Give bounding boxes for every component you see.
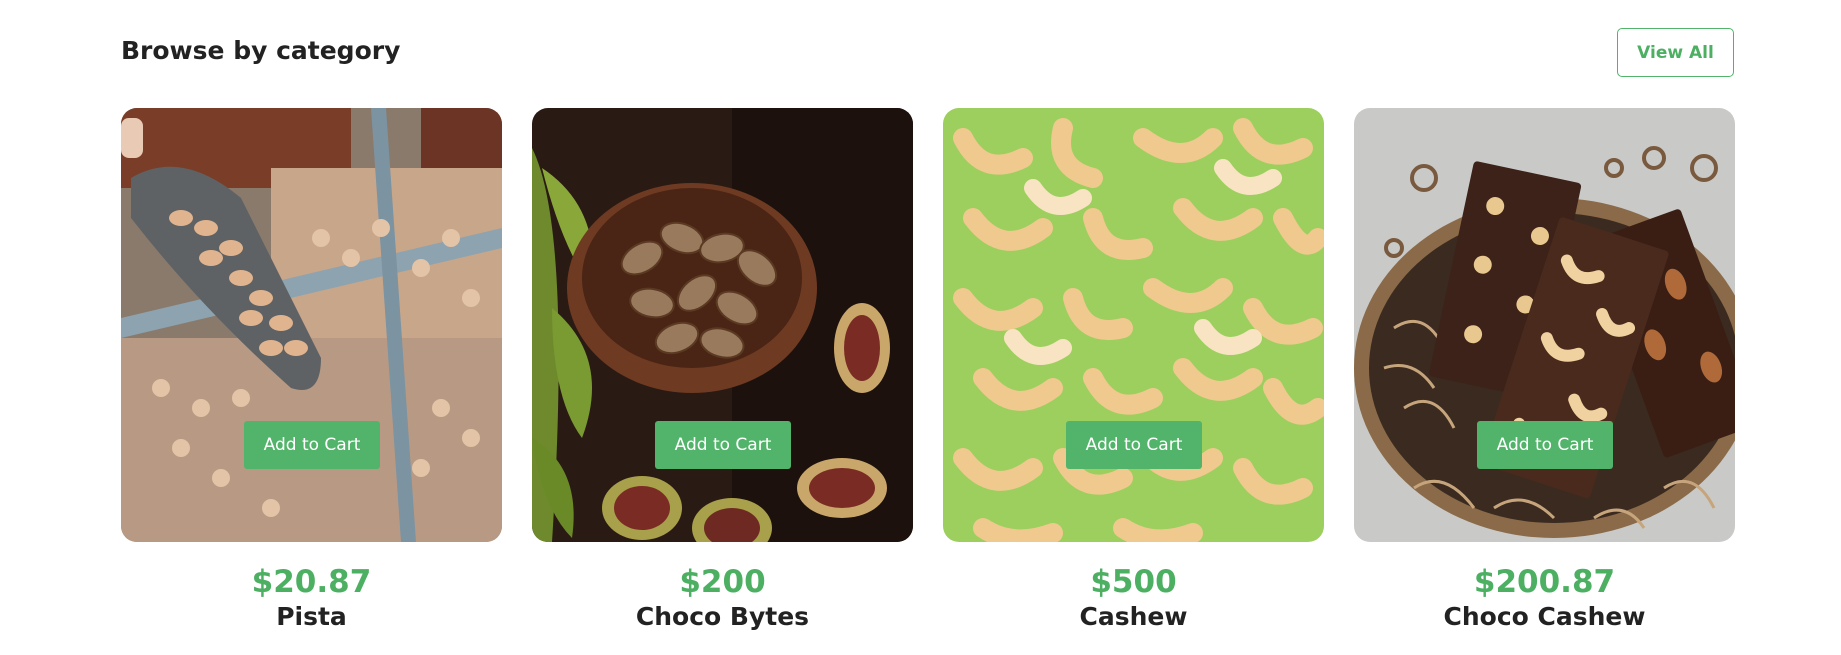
product-name[interactable]: Cashew — [943, 602, 1324, 631]
product-card-pista[interactable]: Add to Cart $20.87 Pista — [121, 108, 502, 633]
product-name[interactable]: Choco Bytes — [532, 602, 913, 631]
product-card-choco-cashew[interactable]: Add to Cart $200.87 Choco Cashew — [1354, 108, 1735, 633]
add-to-cart-button[interactable]: Add to Cart — [1477, 421, 1613, 469]
product-card-choco-bytes[interactable]: Add to Cart $200 Choco Bytes — [532, 108, 913, 633]
add-to-cart-button[interactable]: Add to Cart — [655, 421, 791, 469]
add-to-cart-button[interactable]: Add to Cart — [1066, 421, 1202, 469]
product-price: $200 — [679, 564, 766, 600]
product-price: $500 — [1090, 564, 1177, 600]
product-name[interactable]: Choco Cashew — [1354, 602, 1735, 631]
product-price: $20.87 — [251, 564, 372, 600]
chocolate-bars-basket-image[interactable]: Add to Cart — [1354, 108, 1735, 542]
almond-bowl-figs-image[interactable]: Add to Cart — [532, 108, 913, 542]
add-to-cart-button[interactable]: Add to Cart — [244, 421, 380, 469]
product-price: $200.87 — [1473, 564, 1616, 600]
pistachio-scoop-image[interactable]: Add to Cart — [121, 108, 502, 542]
view-all-button[interactable]: View All — [1617, 28, 1734, 77]
product-name[interactable]: Pista — [121, 602, 502, 631]
product-card-cashew[interactable]: Add to Cart $500 Cashew — [943, 108, 1324, 633]
section-title: Browse by category — [121, 36, 401, 65]
cashews-on-green-image[interactable]: Add to Cart — [943, 108, 1324, 542]
